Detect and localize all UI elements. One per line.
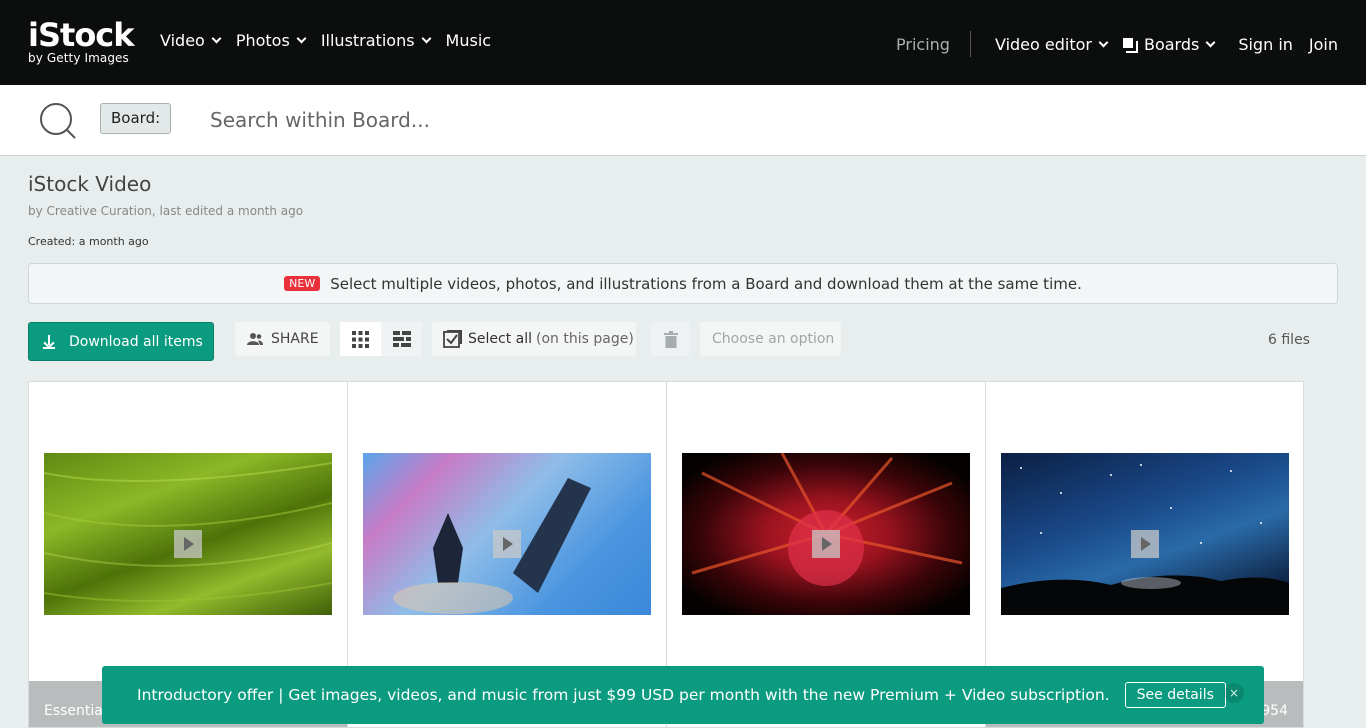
top-nav: iStock by Getty Images Video Photos Illu… (0, 0, 1366, 85)
board-created: Created: a month ago (28, 235, 149, 248)
board-byline: by Creative Curation, last edited a mont… (28, 204, 304, 218)
file-count: 6 files (1268, 332, 1310, 348)
nav-music[interactable]: Music (446, 31, 492, 50)
nav-sign-in[interactable]: Sign in (1238, 35, 1293, 54)
nav-divider (969, 31, 971, 57)
video-thumbnail[interactable] (1001, 453, 1289, 615)
checkbox-icon (443, 330, 462, 348)
nav-video-editor-label: Video editor (994, 34, 1092, 54)
play-icon[interactable] (1131, 530, 1159, 558)
chevron-down-icon (1098, 37, 1109, 47)
search-input[interactable] (210, 105, 1110, 135)
delete-button[interactable] (651, 322, 690, 356)
mosaic-icon (392, 331, 411, 347)
chevron-down-icon (296, 33, 307, 44)
nav-illustrations[interactable]: Illustrations (320, 31, 431, 50)
chevron-down-icon (211, 33, 222, 44)
boards-icon (1122, 37, 1138, 53)
video-thumbnail[interactable] (363, 453, 651, 615)
share-button[interactable]: SHARE (235, 322, 330, 356)
chevron-down-icon (421, 33, 431, 44)
trash-icon (663, 330, 678, 348)
promo-banner: Introductory offer | Get images, videos,… (102, 666, 1264, 724)
grid-icon (352, 330, 369, 348)
chevron-down-icon (1205, 37, 1216, 47)
grid-view-button[interactable] (340, 322, 381, 356)
select-all-label: Select all (468, 331, 532, 347)
nav-video-editor[interactable]: Video editor (994, 34, 1109, 54)
board-title: iStock Video (28, 172, 152, 196)
multi-download-notice: NEW Select multiple videos, photos, and … (28, 263, 1338, 304)
close-icon[interactable]: × (1224, 683, 1244, 703)
mosaic-view-button[interactable] (381, 322, 422, 356)
nav-pricing[interactable]: Pricing (896, 35, 950, 54)
person-icon (247, 333, 263, 345)
download-icon (43, 334, 55, 349)
promo-text: Introductory offer | Get images, videos,… (137, 686, 1110, 704)
board-scope-chip[interactable]: Board: (100, 103, 172, 134)
play-icon[interactable] (812, 530, 840, 558)
bulk-action-select[interactable]: Choose an option (700, 322, 841, 356)
nav-video-label: Video (160, 31, 205, 50)
nav-left: Video Photos Illustrations Music (160, 31, 507, 50)
download-all-button[interactable]: Download all items (28, 322, 214, 361)
share-label: SHARE (271, 331, 319, 347)
logo-main: iStock (28, 16, 135, 54)
notice-text: Select multiple videos, photos, and illu… (330, 274, 1082, 293)
select-all-button[interactable]: Select all (on this page) (432, 322, 636, 356)
video-thumbnail[interactable] (682, 453, 970, 615)
video-thumbnail[interactable] (44, 453, 332, 615)
nav-photos-label: Photos (235, 31, 290, 50)
istock-logo[interactable]: iStock by Getty Images (28, 16, 135, 65)
nav-music-label: Music (445, 31, 492, 50)
nav-photos[interactable]: Photos (235, 31, 307, 50)
search-icon[interactable] (38, 101, 78, 141)
play-icon[interactable] (174, 530, 202, 558)
new-badge: NEW (284, 276, 321, 291)
logo-sub: by Getty Images (28, 51, 129, 65)
nav-video[interactable]: Video (160, 31, 222, 50)
nav-illustrations-label: Illustrations (320, 31, 415, 50)
play-icon[interactable] (493, 530, 521, 558)
nav-right: Pricing Video editor Boards Sign in Join (896, 31, 1338, 57)
view-toggle (340, 322, 422, 356)
download-all-label: Download all items (69, 333, 203, 350)
nav-join[interactable]: Join (1309, 35, 1338, 54)
nav-boards-label: Boards (1143, 34, 1200, 54)
nav-boards[interactable]: Boards (1122, 34, 1216, 54)
see-details-button[interactable]: See details (1124, 682, 1226, 708)
search-bar: Board: (0, 85, 1366, 156)
select-all-suffix: (on this page) (536, 331, 634, 347)
